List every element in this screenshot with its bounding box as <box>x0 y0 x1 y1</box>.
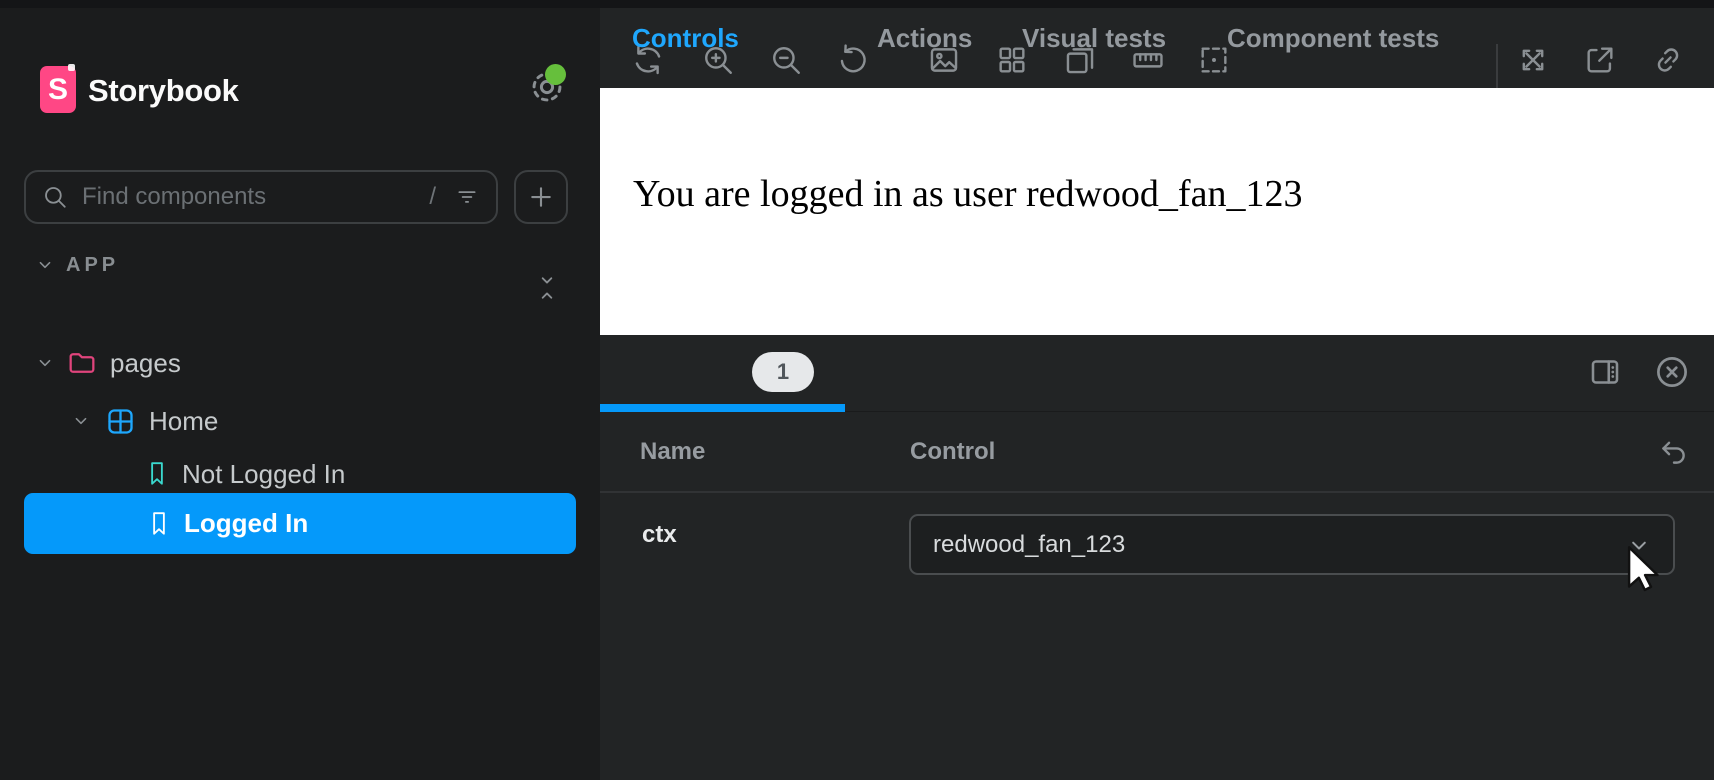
column-header-control: Control <box>910 412 995 492</box>
reset-controls-button[interactable] <box>1654 432 1694 472</box>
search-shortcut-hint: / <box>429 183 436 211</box>
storybook-logo-notch <box>68 64 75 71</box>
chevron-down-icon <box>34 254 56 276</box>
filter-icon[interactable] <box>454 184 480 210</box>
chevron-down-icon <box>34 352 56 374</box>
controls-count-badge: 1 <box>752 352 814 392</box>
chevron-down-icon <box>70 410 92 432</box>
tree-item-label: pages <box>110 348 181 379</box>
tab-component-tests[interactable]: Component tests <box>1227 0 1439 77</box>
tree-item-label: Logged In <box>184 508 308 539</box>
panel-position-icon <box>1587 354 1623 390</box>
sidebar-item-home[interactable]: Home <box>0 394 600 448</box>
notification-dot <box>545 64 566 85</box>
storybook-logo-icon: S <box>40 66 76 113</box>
column-header-name: Name <box>640 412 705 492</box>
zoom-out-icon <box>769 43 803 77</box>
storybook-app: S Storybook / <box>0 0 1714 780</box>
open-new-tab-button[interactable] <box>1578 38 1622 82</box>
reset-zoom-icon <box>836 43 870 77</box>
search-input[interactable] <box>80 182 417 212</box>
sidebar-item-pages[interactable]: pages <box>0 336 600 390</box>
tab-controls[interactable]: Controls <box>632 0 739 77</box>
copy-link-icon <box>1651 43 1685 77</box>
window-top-edge <box>0 0 1714 8</box>
outline-icon <box>1197 43 1231 77</box>
sidebar: S Storybook / <box>0 8 600 780</box>
story-output-text: You are logged in as user redwood_fan_12… <box>633 172 1302 216</box>
toolbar-separator <box>1496 44 1498 88</box>
component-grid-icon <box>104 405 137 438</box>
search-icon <box>42 184 68 210</box>
brand-title: Storybook <box>88 74 239 108</box>
fullscreen-icon <box>1516 43 1550 77</box>
open-new-tab-icon <box>1583 43 1617 77</box>
search-box[interactable]: / <box>24 170 498 224</box>
section-label: APP <box>66 254 119 277</box>
close-circle-icon <box>1653 353 1691 391</box>
tree-item-label: Not Logged In <box>182 459 345 490</box>
tree-item-label: Home <box>149 406 218 437</box>
collapse-all-icon <box>534 269 560 307</box>
create-story-button[interactable] <box>514 170 568 224</box>
ctx-select-value: redwood_fan_123 <box>933 531 1625 559</box>
sidebar-section-app[interactable]: APP <box>34 250 119 280</box>
arg-name-ctx: ctx <box>642 521 677 549</box>
sidebar-item-logged-in-selected[interactable]: Logged In <box>24 493 576 554</box>
panel-position-button[interactable] <box>1585 352 1625 392</box>
close-panel-button[interactable] <box>1652 352 1692 392</box>
bookmark-icon <box>146 509 172 539</box>
tab-actions[interactable]: Actions <box>877 0 972 77</box>
ctx-select-control[interactable]: redwood_fan_123 <box>909 514 1675 575</box>
fullscreen-button[interactable] <box>1511 38 1555 82</box>
undo-icon <box>1657 435 1691 469</box>
tab-visual-tests[interactable]: Visual tests <box>1022 0 1166 77</box>
folder-icon <box>66 347 98 379</box>
bookmark-icon <box>144 459 170 489</box>
copy-link-button[interactable] <box>1646 38 1690 82</box>
zoom-out-button[interactable] <box>764 38 808 82</box>
reset-zoom-button[interactable] <box>831 38 875 82</box>
active-tab-underline <box>600 404 845 412</box>
plus-icon <box>526 182 556 212</box>
table-divider <box>600 491 1714 493</box>
collapse-all-button[interactable] <box>531 266 563 310</box>
chevron-down-icon <box>1625 531 1653 559</box>
